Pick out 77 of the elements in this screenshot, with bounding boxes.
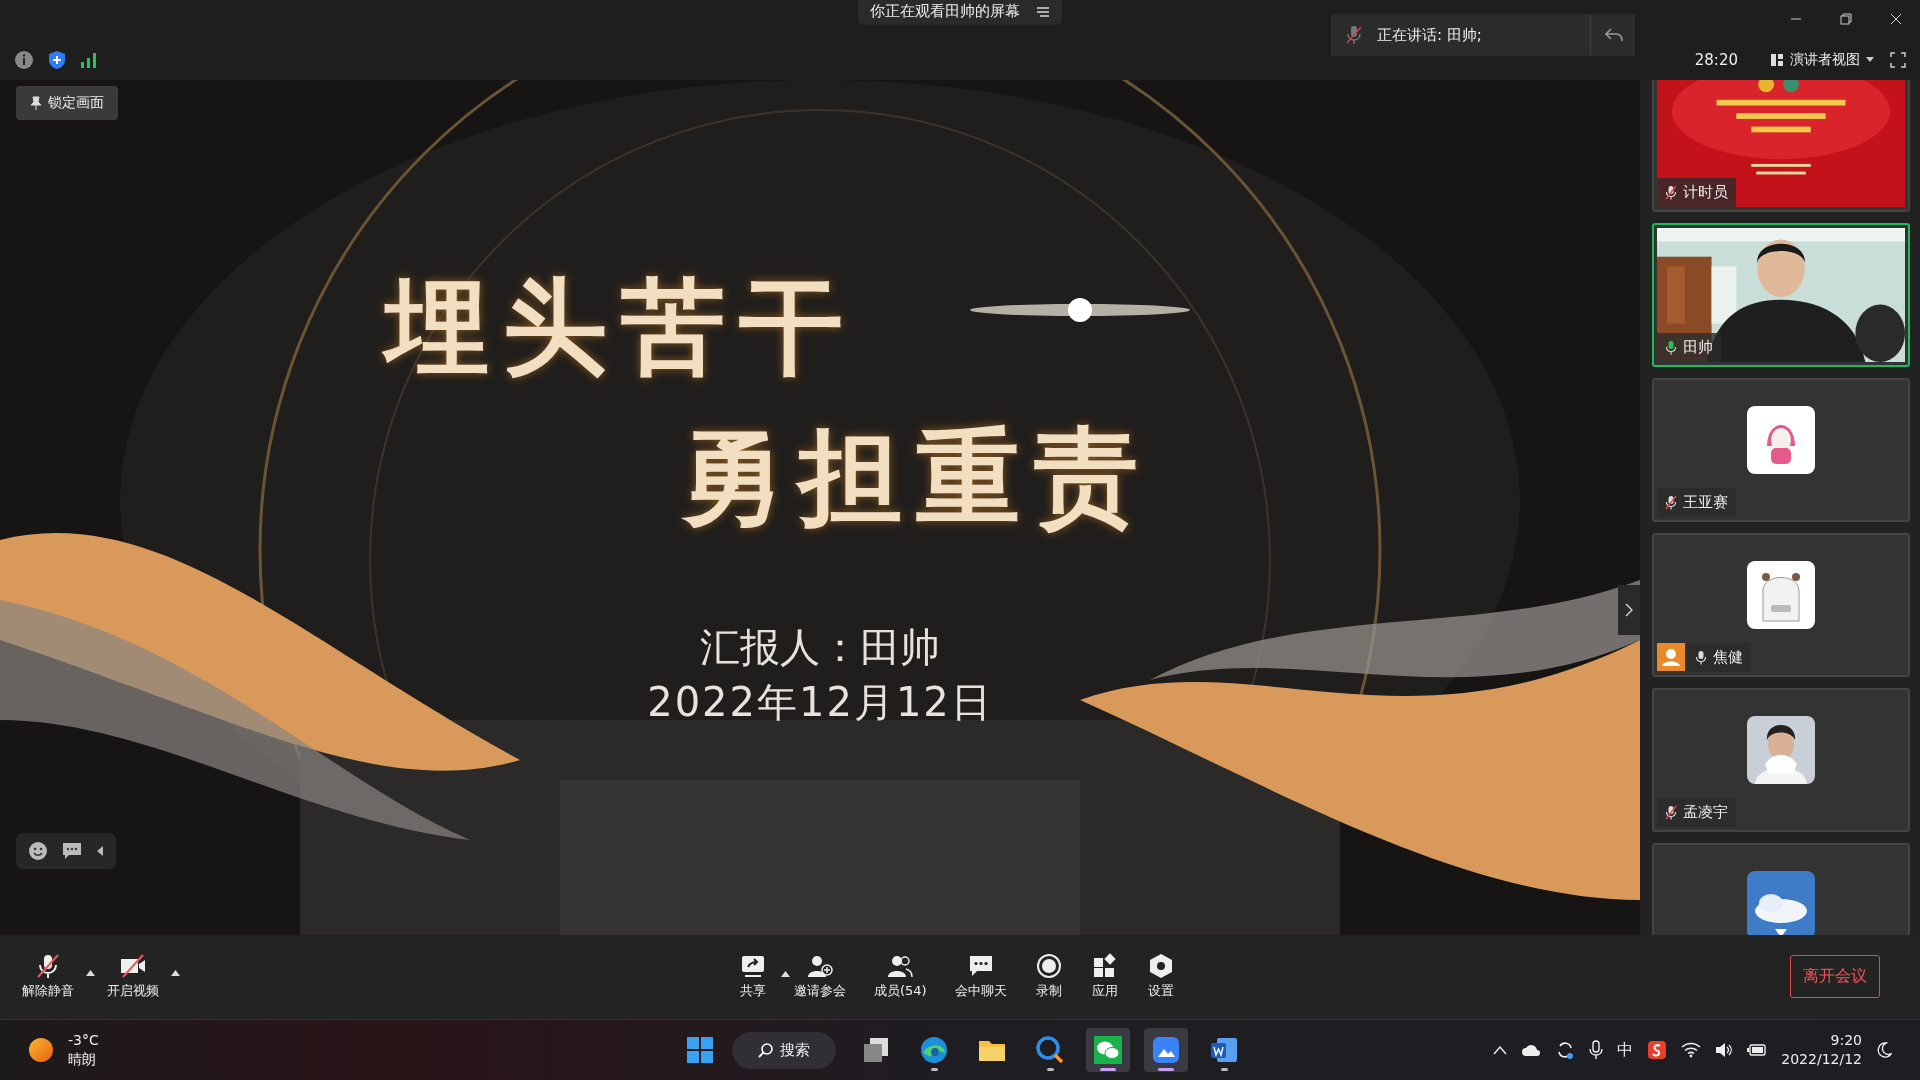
participant-tile[interactable]: 孟凌宇 <box>1652 687 1910 832</box>
participant-name: 王亚赛 <box>1683 492 1728 512</box>
volume-icon[interactable] <box>1715 1042 1734 1059</box>
members-button[interactable]: 成员(54) <box>870 951 931 1003</box>
caret-icon[interactable] <box>171 969 180 976</box>
restore-icon[interactable] <box>1840 13 1852 25</box>
participant-name: 孟凌宇 <box>1683 802 1728 822</box>
caret-icon[interactable] <box>86 969 95 976</box>
start-icon[interactable] <box>686 1036 714 1065</box>
meeting-icon <box>1151 1035 1181 1066</box>
participant-tile[interactable]: 田帅 <box>1652 222 1910 367</box>
taskbar-search[interactable]: 搜索 <box>732 1031 836 1069</box>
muted-mic-icon <box>1345 25 1363 45</box>
mic-icon[interactable] <box>1589 1040 1604 1061</box>
emoji-icon[interactable] <box>28 840 48 861</box>
layout-icon <box>1770 52 1784 67</box>
menu-icon[interactable] <box>1036 5 1050 18</box>
expand-sidebar-button[interactable] <box>1618 584 1640 635</box>
participant-name: 田帅 <box>1683 337 1713 357</box>
record-icon <box>1034 953 1063 980</box>
back-arrow-icon[interactable] <box>1605 28 1623 42</box>
add-person-icon <box>806 953 834 980</box>
temperature: -3°C <box>68 1031 99 1051</box>
leave-meeting-button[interactable]: 离开会议 <box>1790 955 1880 999</box>
weather-condition: 晴朗 <box>68 1050 97 1070</box>
chat-bubble-icon[interactable] <box>62 841 82 860</box>
edge-icon <box>919 1035 949 1066</box>
share-button[interactable]: 共享 <box>735 951 770 1003</box>
chevron-up-icon[interactable] <box>1493 1045 1508 1056</box>
slide-reporter: 汇报人：田帅 <box>700 623 940 673</box>
slide-date: 2022年12月12日 <box>647 678 993 728</box>
participant-tile[interactable]: 计时员 <box>1652 79 1910 212</box>
signal-icon[interactable] <box>80 51 98 68</box>
pin-icon <box>30 95 42 110</box>
finder-icon <box>1035 1035 1065 1066</box>
clock-date[interactable]: 2022/12/12 <box>1781 1050 1862 1070</box>
close-icon[interactable] <box>1890 13 1902 25</box>
caret-icon <box>781 971 790 978</box>
banner-text: 你正在观看田帅的屏幕 <box>870 2 1020 22</box>
slide-title: 勇担重责 <box>680 420 1153 535</box>
host-icon <box>1657 643 1685 672</box>
participant-tile[interactable]: 焦健 <box>1652 532 1910 677</box>
meeting-timer: 28:20 <box>1694 50 1738 69</box>
chat-icon <box>1093 1035 1123 1066</box>
sync-icon[interactable] <box>1555 1040 1576 1061</box>
sun-icon <box>28 1037 54 1064</box>
ime-app-icon[interactable] <box>1647 1040 1668 1061</box>
chat-button[interactable]: 会中聊天 <box>950 951 1011 1003</box>
unmute-button[interactable]: 解除静音 <box>18 951 78 1003</box>
taskbar-app[interactable] <box>1144 1028 1188 1073</box>
info-icon[interactable] <box>14 49 34 70</box>
people-icon <box>886 953 915 980</box>
participant-name: 焦健 <box>1713 647 1743 667</box>
start-video-button[interactable]: 开启视频 <box>103 951 163 1003</box>
invite-button[interactable]: 邀请参会 <box>790 951 850 1003</box>
taskbar-app[interactable] <box>1086 1028 1130 1073</box>
share-screen-icon <box>739 953 767 980</box>
wifi-icon[interactable] <box>1681 1042 1702 1059</box>
collapse-icon[interactable] <box>96 844 104 857</box>
input-method-indicator[interactable]: 中 <box>1617 1039 1634 1061</box>
apps-button[interactable]: 应用 <box>1086 951 1123 1003</box>
search-icon <box>758 1042 774 1059</box>
clock-time[interactable]: 9:20 <box>1830 1031 1862 1051</box>
participant-name: 计时员 <box>1683 182 1728 202</box>
lock-screen-button[interactable]: 锁定画面 <box>16 85 118 120</box>
speaking-text: 正在讲话: 田帅; <box>1377 15 1591 55</box>
cloud-icon[interactable] <box>1521 1043 1542 1058</box>
participant-tile[interactable]: 王亚赛 <box>1652 377 1910 522</box>
settings-button[interactable]: 设置 <box>1142 951 1179 1003</box>
chevron-icon <box>1625 602 1633 617</box>
battery-icon[interactable] <box>1747 1043 1768 1058</box>
record-button[interactable]: 录制 <box>1030 951 1067 1003</box>
fullscreen-icon[interactable] <box>1890 51 1906 68</box>
shield-icon[interactable] <box>48 49 66 70</box>
moon-icon[interactable] <box>1876 1042 1892 1059</box>
view-button[interactable]: 演讲者视图 <box>1770 50 1874 69</box>
caret-icon <box>1866 56 1874 63</box>
